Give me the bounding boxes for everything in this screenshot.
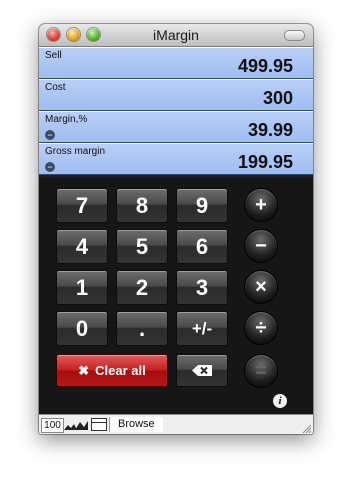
key-4[interactable]: 4 — [56, 229, 108, 264]
key-plus-minus[interactable]: +/- — [176, 311, 228, 346]
calculated-icon: − — [45, 130, 55, 140]
calculated-icon: − — [45, 162, 55, 172]
field-value[interactable]: 199.95 — [238, 152, 293, 173]
key-decimal[interactable]: . — [116, 311, 168, 346]
field-cost[interactable]: Cost 300 — [39, 79, 313, 111]
multiply-button[interactable]: × — [244, 270, 278, 304]
key-6[interactable]: 6 — [176, 229, 228, 264]
zoom-level[interactable]: 100 — [41, 418, 64, 433]
mode-label[interactable]: Browse — [109, 417, 163, 432]
field-sell[interactable]: Sell 499.95 — [39, 47, 313, 79]
key-8[interactable]: 8 — [116, 188, 168, 223]
field-margin-percent[interactable]: Margin,% − 39.99 — [39, 111, 313, 143]
key-1[interactable]: 1 — [56, 270, 108, 305]
keypad: 7 8 9 + 4 5 6 − 1 2 3 × 0 . +/- ÷ ✖ Clear… — [39, 178, 313, 414]
key-9[interactable]: 9 — [176, 188, 228, 223]
zoom-mountains-icon[interactable] — [64, 420, 88, 430]
clear-all-button[interactable]: ✖ Clear all — [56, 354, 168, 387]
plus-button[interactable]: + — [244, 188, 278, 222]
key-0[interactable]: 0 — [56, 311, 108, 346]
key-7[interactable]: 7 — [56, 188, 108, 223]
toolbar-toggle-button[interactable] — [284, 30, 305, 41]
field-value[interactable]: 300 — [263, 88, 293, 109]
field-value[interactable]: 499.95 — [238, 56, 293, 77]
field-label: Margin,% — [45, 114, 88, 125]
field-label: Sell — [45, 50, 62, 61]
clear-all-label: Clear all — [95, 363, 146, 378]
info-icon[interactable]: i — [273, 394, 287, 408]
status-bar: 100 Browse — [39, 414, 313, 434]
window-title: iMargin — [153, 27, 199, 43]
key-3[interactable]: 3 — [176, 270, 228, 305]
divide-button[interactable]: ÷ — [244, 311, 278, 345]
field-value[interactable]: 39.99 — [248, 120, 293, 141]
minus-button[interactable]: − — [244, 229, 278, 263]
imargin-window: iMargin Sell 499.95 Cost 300 Margin,% − … — [39, 24, 313, 434]
field-gross-margin[interactable]: Gross margin − 199.95 — [39, 143, 313, 175]
x-icon: ✖ — [78, 363, 90, 378]
field-label: Cost — [45, 82, 66, 93]
status-toolbar-icon[interactable] — [91, 418, 107, 431]
key-5[interactable]: 5 — [116, 229, 168, 264]
title-bar: iMargin — [39, 24, 313, 47]
backspace-icon — [192, 365, 212, 376]
key-2[interactable]: 2 — [116, 270, 168, 305]
resize-grip-icon[interactable] — [301, 423, 311, 433]
backspace-button[interactable] — [176, 354, 228, 387]
field-label: Gross margin — [45, 146, 106, 157]
equals-button[interactable]: = — [244, 354, 278, 388]
